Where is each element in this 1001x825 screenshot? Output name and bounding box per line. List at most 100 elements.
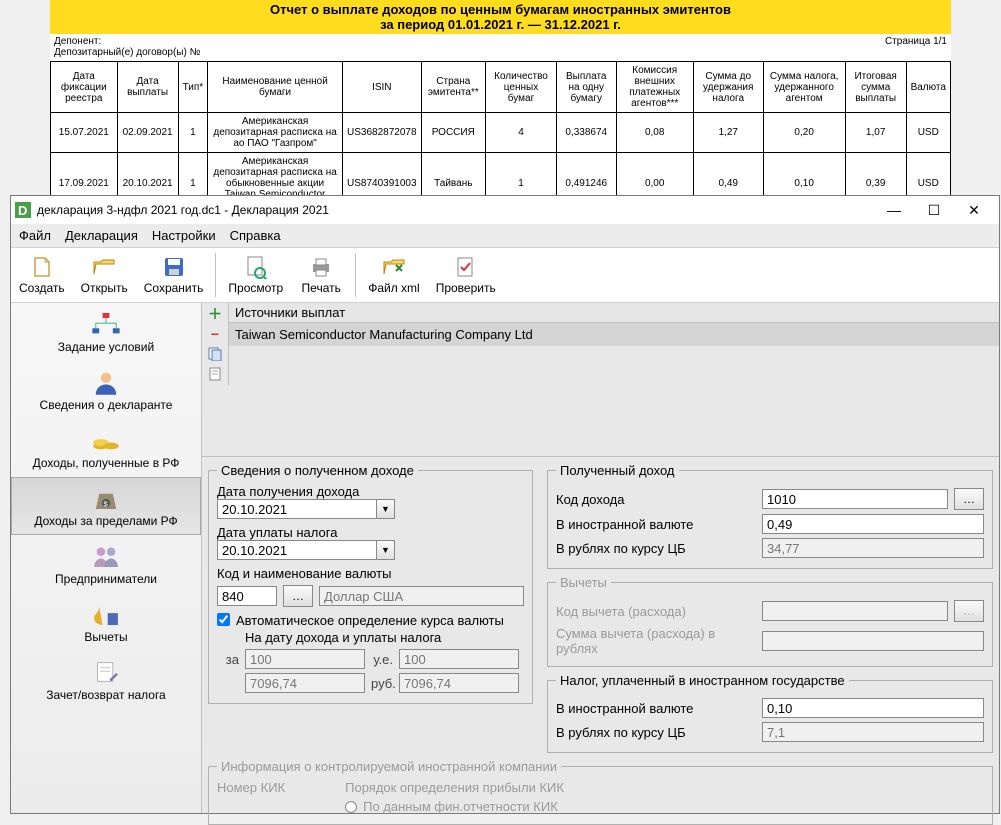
- svg-text:$: $: [103, 500, 108, 509]
- received-income-legend: Полученный доход: [556, 463, 679, 478]
- create-button[interactable]: Создать: [11, 251, 73, 299]
- contract-label: Депозитарный(е) договор(ы) №: [54, 47, 200, 58]
- date-received-input[interactable]: [217, 499, 377, 519]
- unit-rub: руб.: [371, 676, 393, 691]
- sidebar-item-credit-refund[interactable]: Зачет/возврат налога: [11, 651, 201, 709]
- toolbar: Создать Открыть Сохранить Просмотр Печат…: [11, 248, 999, 303]
- sidebar-item-deductions[interactable]: Вычеты: [11, 593, 201, 651]
- document-icon: [208, 367, 222, 381]
- coins-icon: [89, 426, 123, 454]
- date-received-label: Дата получения дохода: [217, 484, 524, 499]
- printer-icon: [309, 255, 333, 279]
- deduction-sum-input: [762, 631, 984, 651]
- foreign-tax-fx-input[interactable]: [762, 698, 984, 718]
- currency-lookup-button[interactable]: …: [283, 585, 313, 607]
- preview-button[interactable]: Просмотр: [220, 251, 291, 299]
- unit-ue: у.е.: [371, 652, 393, 667]
- foreign-tax-rub-input: [762, 722, 984, 742]
- foreign-tax-fx-label: В иностранной валюте: [556, 701, 756, 716]
- money-bag-icon: $: [89, 484, 123, 512]
- radio-button: [345, 801, 357, 813]
- close-button[interactable]: ✕: [961, 202, 987, 219]
- copy-icon: [208, 347, 222, 361]
- sidebar-item-income-rf[interactable]: Доходы, полученные в РФ: [11, 419, 201, 477]
- sidebar-item-declarant[interactable]: Сведения о декларанте: [11, 361, 201, 419]
- xml-file-icon: [382, 255, 406, 279]
- app-icon: D: [15, 202, 31, 218]
- open-button[interactable]: Открыть: [73, 251, 136, 299]
- currency-name-field: [319, 586, 524, 606]
- unit-za: за: [217, 652, 239, 667]
- document-pen-icon: [89, 658, 123, 686]
- income-code-label: Код дохода: [556, 492, 756, 507]
- remove-source-button[interactable]: −: [206, 325, 224, 343]
- sidebar-item-income-foreign[interactable]: $ Доходы за пределами РФ: [11, 477, 201, 535]
- people-icon: [89, 542, 123, 570]
- rate-ue-input: [399, 649, 519, 669]
- xml-button[interactable]: Файл xml: [360, 251, 428, 299]
- foreign-tax-legend: Налог, уплаченный в иностранном государс…: [556, 673, 849, 688]
- menu-help[interactable]: Справка: [230, 228, 281, 243]
- save-icon: [162, 255, 186, 279]
- copy-source-button[interactable]: [206, 345, 224, 363]
- currency-code-label: Код и наименование валюты: [217, 566, 524, 581]
- menu-bar: Файл Декларация Настройки Справка: [11, 224, 999, 248]
- rate-per-input: [245, 649, 365, 669]
- minimize-button[interactable]: —: [881, 202, 907, 219]
- sources-header: Источники выплат: [229, 303, 999, 323]
- foreign-tax-rub-label: В рублях по курсу ЦБ: [556, 725, 756, 740]
- auto-rate-sublabel: На дату дохода и уплаты налога: [217, 630, 524, 645]
- edit-source-button[interactable]: [206, 365, 224, 383]
- check-button[interactable]: Проверить: [428, 251, 504, 299]
- income-code-input[interactable]: [762, 489, 948, 509]
- sidebar-item-conditions[interactable]: Задание условий: [11, 303, 201, 361]
- menu-declaration[interactable]: Декларация: [65, 228, 138, 243]
- new-file-icon: [30, 255, 54, 279]
- folder-open-icon: [92, 255, 116, 279]
- svg-text:D: D: [18, 203, 27, 218]
- date-tax-dropdown[interactable]: ▼: [377, 540, 395, 560]
- window-title: декларация 3-ндфл 2021 год.dc1 - Деклара…: [37, 203, 881, 217]
- save-button[interactable]: Сохранить: [136, 251, 212, 299]
- sources-list: Источники выплат Taiwan Semiconductor Ma…: [229, 303, 999, 456]
- received-income-group: Полученный доход Код дохода … В иностран…: [547, 463, 993, 569]
- background-report: Отчет о выплате доходов по ценным бумага…: [50, 0, 951, 215]
- menu-file[interactable]: Файл: [19, 228, 51, 243]
- income-code-lookup-button[interactable]: …: [954, 488, 984, 510]
- hierarchy-icon: [89, 310, 123, 338]
- add-source-button[interactable]: ＋: [206, 305, 224, 323]
- date-tax-input[interactable]: [217, 540, 377, 560]
- sidebar-item-entrepreneurs[interactable]: Предприниматели: [11, 535, 201, 593]
- menu-settings[interactable]: Настройки: [152, 228, 216, 243]
- foreign-tax-group: Налог, уплаченный в иностранном государс…: [547, 673, 993, 753]
- deduction-code-lookup-button: …: [954, 600, 984, 622]
- date-received-dropdown[interactable]: ▼: [377, 499, 395, 519]
- deduction-sum-label: Сумма вычета (расхода) в рублях: [556, 626, 756, 656]
- rate-rub-input: [399, 673, 519, 693]
- cik-order-label: Порядок определения прибыли КИК: [345, 780, 564, 795]
- auto-rate-label: Автоматическое определение курса валюты: [236, 613, 504, 628]
- app-window: D декларация 3-ндфл 2021 год.dc1 - Декла…: [10, 195, 1000, 814]
- income-rub-label: В рублях по курсу ЦБ: [556, 541, 756, 556]
- income-fx-input[interactable]: [762, 514, 984, 534]
- income-fx-label: В иностранной валюте: [556, 517, 756, 532]
- cik-number-label: Номер КИК: [217, 780, 285, 795]
- deponent-label: Депонент:: [54, 36, 200, 47]
- main-panel: ＋ − Источники выплат Taiwan Semiconducto…: [202, 303, 999, 813]
- deductions-legend: Вычеты: [556, 575, 611, 590]
- income-details-group: Сведения о полученном доходе Дата получе…: [208, 463, 533, 704]
- auto-rate-checkbox[interactable]: [217, 613, 230, 626]
- deductions-group: Вычеты Код вычета (расхода) … Сумма выче…: [547, 575, 993, 667]
- page-number: Страница 1/1: [885, 36, 947, 47]
- report-table: Дата фиксации реестраДата выплатыТип*Наи…: [50, 61, 951, 215]
- currency-code-input[interactable]: [217, 586, 277, 606]
- preview-icon: [244, 255, 268, 279]
- date-tax-label: Дата уплаты налога: [217, 525, 524, 540]
- source-row[interactable]: Taiwan Semiconductor Manufacturing Compa…: [229, 323, 999, 346]
- rate-per2-input: [245, 673, 365, 693]
- print-button[interactable]: Печать: [291, 251, 351, 299]
- deduction-code-label: Код вычета (расхода): [556, 604, 756, 619]
- maximize-button[interactable]: ☐: [921, 202, 947, 219]
- sources-toolbar: ＋ −: [202, 303, 229, 385]
- income-rub-input: [762, 538, 984, 558]
